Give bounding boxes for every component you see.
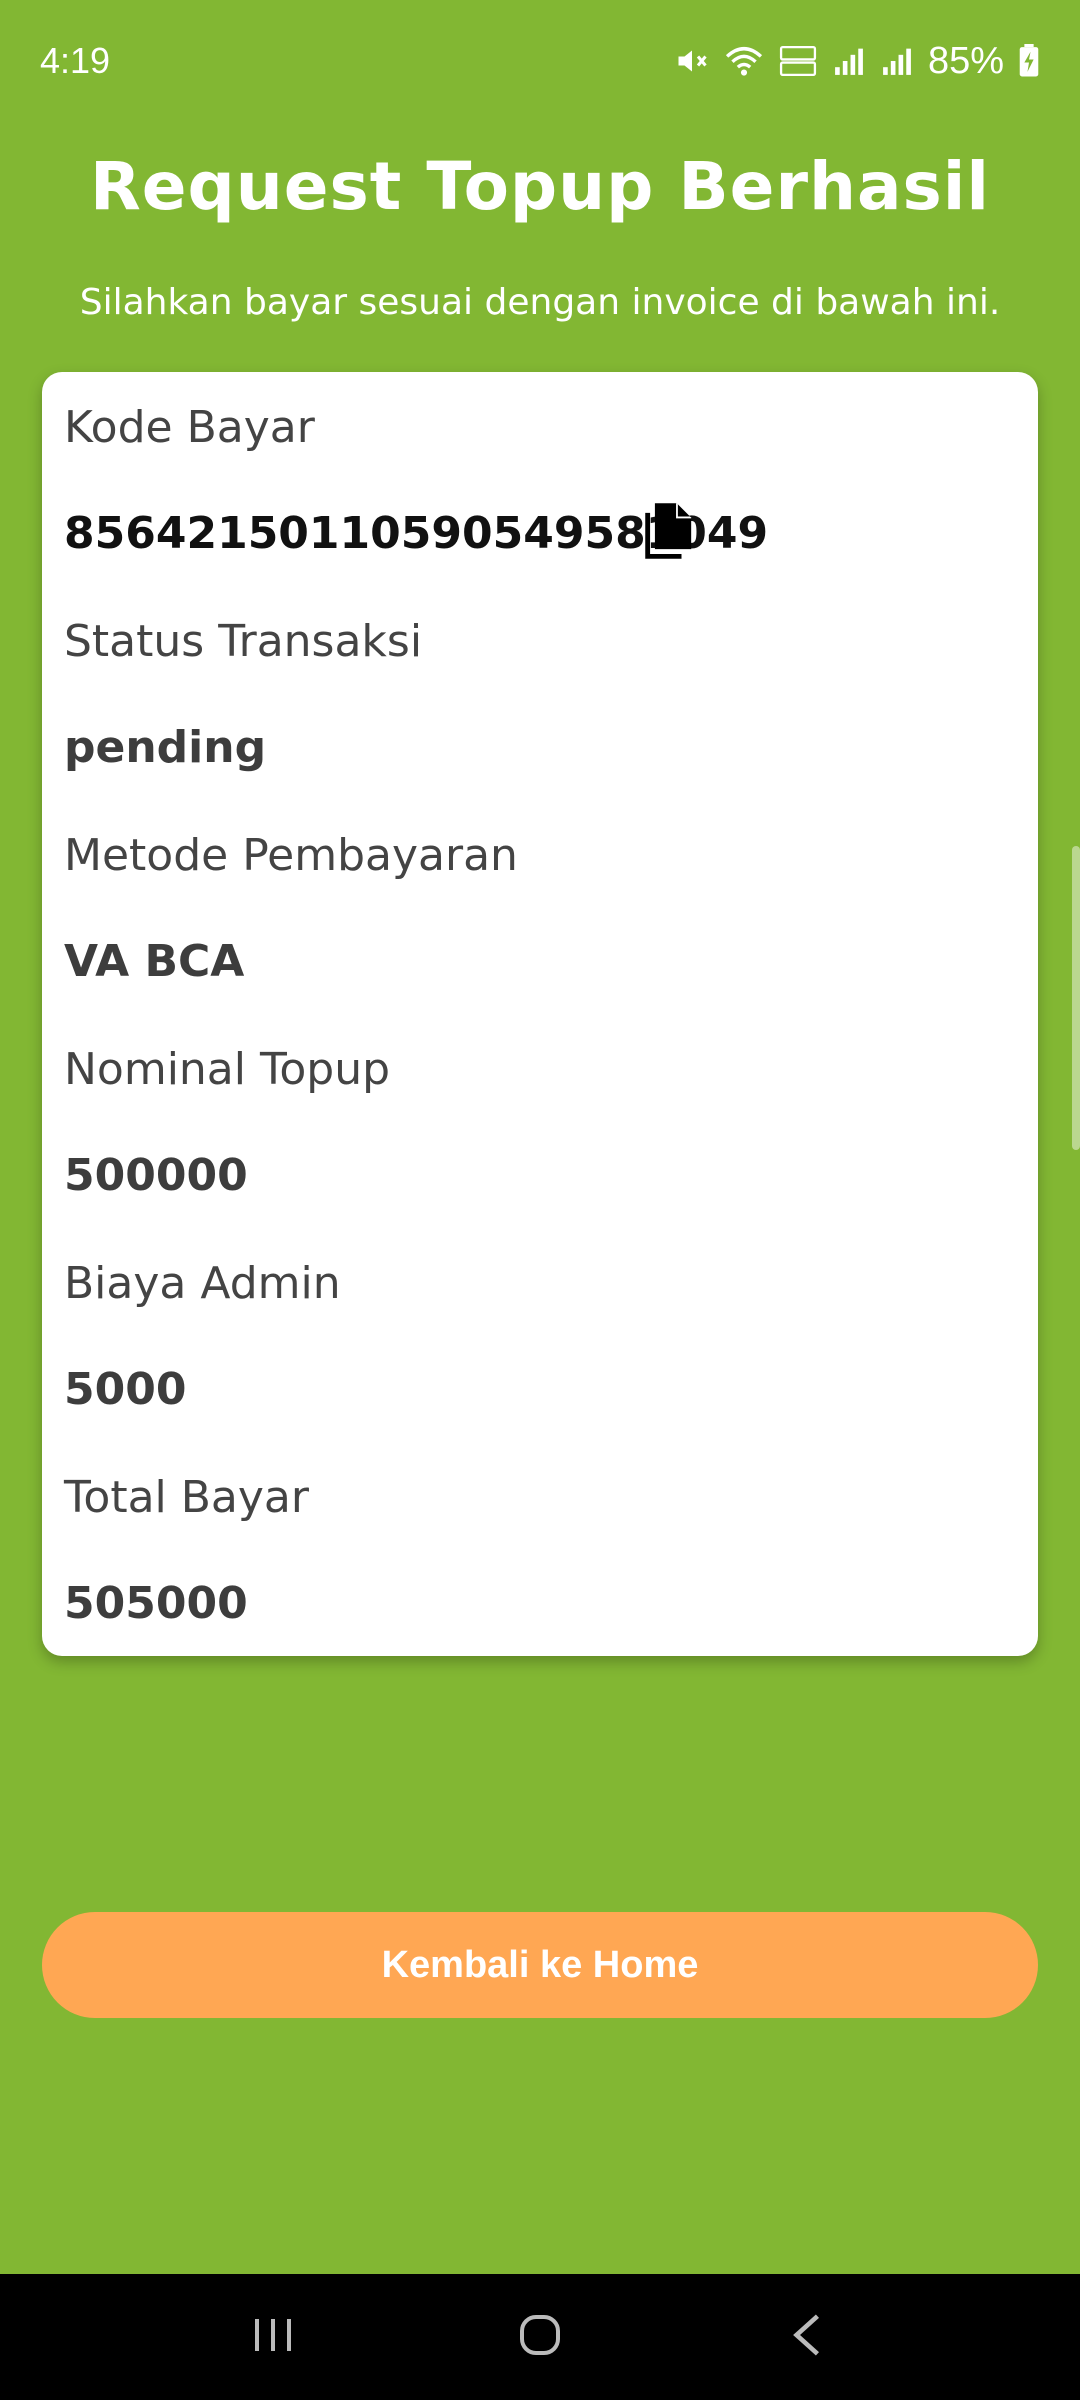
back-chevron-icon (790, 2312, 824, 2362)
copy-icon (638, 498, 696, 568)
page-title: Request Topup Berhasil (89, 148, 991, 225)
biaya-admin-value: 5000 (64, 1364, 187, 1415)
recent-apps-button[interactable] (228, 2292, 318, 2382)
status-transaksi-value: pending (64, 722, 267, 773)
copy-button[interactable] (634, 498, 700, 568)
navigation-bar (0, 2274, 1080, 2400)
biaya-admin-label: Biaya Admin (64, 1258, 341, 1309)
metode-pembayaran-value: VA BCA (64, 936, 245, 987)
battery-icon (1018, 44, 1040, 78)
kode-bayar-label: Kode Bayar (64, 402, 315, 453)
nominal-topup-value: 500000 (64, 1150, 248, 1201)
signal-icon (832, 44, 866, 78)
home-button[interactable]: Kembali ke Home (42, 1912, 1038, 2018)
mute-icon (674, 43, 710, 79)
total-bayar-value: 505000 (64, 1578, 248, 1629)
back-button[interactable] (762, 2292, 852, 2382)
battery-percent: 85% (927, 39, 1004, 82)
page-subtitle: Silahkan bayar sesuai dengan invoice di … (79, 282, 1001, 323)
screen: 4:19 85% Request Topup Berhasil Silahkan… (0, 0, 1080, 2400)
recent-apps-icon (251, 2315, 295, 2359)
nominal-topup-label: Nominal Topup (64, 1044, 391, 1095)
status-icons: 85% (674, 40, 1040, 83)
scroll-indicator[interactable] (1072, 846, 1080, 1150)
total-bayar-label: Total Bayar (64, 1472, 309, 1523)
wifi-icon (724, 43, 764, 79)
home-circle-icon (518, 2313, 562, 2361)
invoice-card: Kode Bayar 85642150110590549581049 Statu… (42, 372, 1038, 1656)
status-bar: 4:19 85% (0, 0, 1080, 122)
metode-pembayaran-label: Metode Pembayaran (64, 830, 518, 881)
status-transaksi-label: Status Transaksi (64, 616, 423, 667)
lte-icon (778, 43, 818, 79)
status-time: 4:19 (40, 40, 111, 81)
signal-icon (880, 44, 914, 78)
home-nav-button[interactable] (495, 2292, 585, 2382)
